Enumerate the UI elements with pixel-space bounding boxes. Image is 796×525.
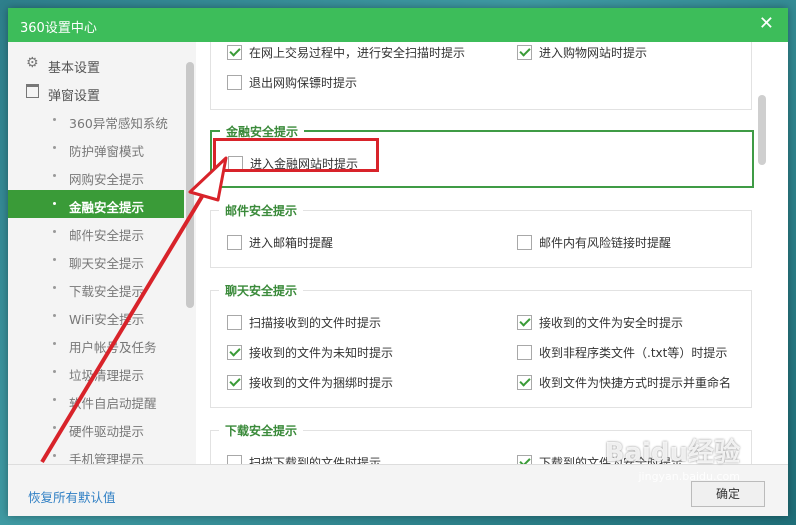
bullet-icon — [53, 426, 56, 429]
group-mail: 邮件安全提示 进入邮箱时提醒 邮件内有风险链接时提醒 — [210, 202, 752, 268]
sidebar-item[interactable]: 防护弹窗模式 — [8, 134, 184, 162]
sidebar-item[interactable]: 垃圾清理提示 — [8, 358, 184, 386]
ok-button[interactable]: 确定 — [691, 481, 765, 507]
sidebar-section-popup[interactable]: 弹窗设置 — [8, 78, 196, 106]
sidebar-item[interactable]: 聊天安全提示 — [8, 246, 184, 274]
settings-content: 在网上交易过程中，进行安全扫描时提示 进入购物网站时提示 退出网购保镖时提示 金… — [204, 42, 788, 464]
sidebar-item-label: 防护弹窗模式 — [69, 144, 145, 159]
bullet-icon — [53, 258, 56, 261]
option-label: 进入购物网站时提示 — [539, 46, 648, 60]
bullet-icon — [53, 174, 56, 177]
group-shopping: 在网上交易过程中，进行安全扫描时提示 进入购物网站时提示 退出网购保镖时提示 — [210, 42, 752, 110]
close-icon[interactable]: ✕ — [759, 13, 774, 34]
checkbox[interactable] — [517, 455, 532, 464]
group-title: 邮件安全提示 — [219, 202, 304, 219]
bullet-icon — [53, 454, 56, 457]
bullet-icon — [53, 286, 56, 289]
sidebar-item[interactable]: 硬件驱动提示 — [8, 414, 184, 442]
option-label: 接收到的文件为安全时提示 — [539, 316, 684, 330]
bullet-icon — [53, 230, 56, 233]
sidebar-item[interactable]: 金融安全提示 — [8, 190, 184, 218]
checkbox[interactable] — [227, 315, 242, 330]
content-scrollbar[interactable] — [758, 95, 766, 165]
bullet-icon — [53, 314, 56, 317]
title-bar: 360设置中心 ✕ — [8, 8, 788, 42]
sidebar-section-basic[interactable]: ⚙ 基本设置 — [8, 50, 196, 78]
group-chat: 聊天安全提示 扫描接收到的文件时提示 接收到的文件为安全时提示 接收到的文件为未… — [210, 282, 752, 408]
sidebar-item-label: 聊天安全提示 — [69, 256, 145, 271]
window-icon — [26, 84, 39, 98]
option-label: 接收到的文件为未知时提示 — [249, 346, 394, 360]
option-label: 邮件内有风险链接时提醒 — [539, 236, 672, 250]
restore-defaults-link[interactable]: 恢复所有默认值 — [28, 487, 116, 506]
sidebar-item-label: 360异常感知系统 — [69, 116, 168, 131]
bullet-icon — [53, 398, 56, 401]
checkbox[interactable] — [227, 235, 242, 250]
checkbox[interactable] — [517, 375, 532, 390]
bullet-icon — [53, 342, 56, 345]
sidebar-section-label: 基本设置 — [48, 61, 101, 76]
option-label: 扫描接收到的文件时提示 — [249, 316, 382, 330]
option-label: 收到文件为快捷方式时提示并重命名 — [539, 376, 732, 390]
bullet-icon — [53, 118, 56, 121]
checkbox[interactable] — [517, 45, 532, 60]
sidebar-item-label: 硬件驱动提示 — [69, 424, 145, 439]
sidebar-item[interactable]: 下载安全提示 — [8, 274, 184, 302]
sidebar-item-label: 垃圾清理提示 — [69, 368, 145, 383]
checkbox[interactable] — [517, 315, 532, 330]
group-title: 聊天安全提示 — [219, 282, 304, 299]
checkbox[interactable] — [517, 345, 532, 360]
sidebar-item[interactable]: 邮件安全提示 — [8, 218, 184, 246]
sidebar-item-label: 下载安全提示 — [69, 284, 145, 299]
sidebar-item-label: 金融安全提示 — [69, 200, 145, 215]
highlight-box — [213, 138, 379, 172]
checkbox[interactable] — [227, 75, 242, 90]
sidebar-item-label: 邮件安全提示 — [69, 228, 145, 243]
option-label: 在网上交易过程中，进行安全扫描时提示 — [249, 46, 466, 60]
option-label: 扫描下载到的文件时提示 — [249, 456, 382, 464]
option-label: 收到非程序类文件（.txt等）时提示 — [539, 346, 728, 360]
option-label: 接收到的文件为捆绑时提示 — [249, 376, 394, 390]
bullet-icon — [53, 202, 56, 205]
bullet-icon — [53, 370, 56, 373]
checkbox[interactable] — [517, 235, 532, 250]
sidebar-item[interactable]: WiFi安全提示 — [8, 302, 184, 330]
sidebar-section-label: 弹窗设置 — [48, 89, 101, 104]
option-label: 进入邮箱时提醒 — [249, 236, 334, 250]
checkbox[interactable] — [227, 455, 242, 464]
sidebar-item[interactable]: 软件自启动提醒 — [8, 386, 184, 414]
sidebar-item-label: 网购安全提示 — [69, 172, 145, 187]
sidebar-item[interactable]: 网购安全提示 — [8, 162, 184, 190]
watermark-url: jingyan.baidu.com — [638, 470, 740, 483]
checkbox[interactable] — [227, 345, 242, 360]
sidebar-item-label: 软件自启动提醒 — [69, 396, 157, 411]
window-title: 360设置中心 — [20, 21, 97, 36]
sidebar-item-label: 用户帐号及任务 — [69, 340, 157, 355]
sidebar-item-label: 手机管理提示 — [69, 452, 145, 464]
sidebar-item[interactable]: 用户帐号及任务 — [8, 330, 184, 358]
gear-icon: ⚙ — [26, 55, 39, 71]
sidebar-scrollbar[interactable] — [186, 62, 194, 308]
checkbox[interactable] — [227, 45, 242, 60]
watermark-logo: Baidu经验 — [604, 438, 740, 468]
option-label: 退出网购保镖时提示 — [249, 76, 358, 90]
sidebar: ⚙ 基本设置 弹窗设置 360异常感知系统 防护弹窗模式 网购安全提示 金融安全提示邮… — [8, 42, 196, 464]
sidebar-item[interactable]: 360异常感知系统 — [8, 106, 184, 134]
sidebar-item[interactable]: 手机管理提示 — [8, 442, 184, 464]
sidebar-item-label: WiFi安全提示 — [69, 312, 145, 327]
checkbox[interactable] — [227, 375, 242, 390]
bullet-icon — [53, 146, 56, 149]
group-title: 下载安全提示 — [219, 422, 304, 439]
